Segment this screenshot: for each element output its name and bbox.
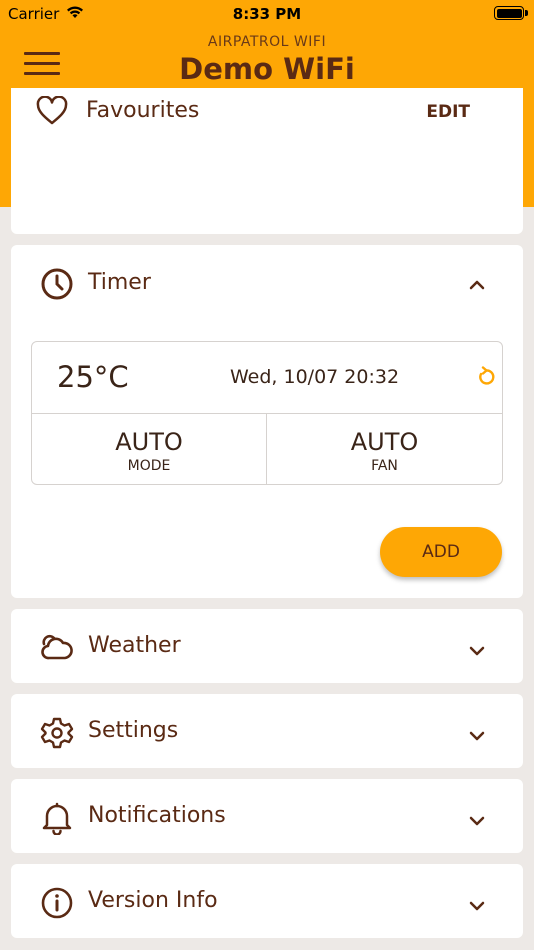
timer-entry[interactable]: 25°C Wed, 10/07 20:32 AUTO MODE AUTO FAN	[31, 341, 503, 485]
timer-fan-value: AUTO	[350, 428, 419, 456]
section-weather[interactable]: Weather	[11, 609, 523, 683]
timer-mode-label: MODE	[127, 458, 171, 474]
favourites-label: Favourites	[86, 98, 200, 123]
chevron-up-icon[interactable]	[468, 276, 486, 290]
section-notifications[interactable]: Notifications	[11, 779, 523, 853]
chevron-down-icon[interactable]	[468, 642, 486, 656]
chevron-down-icon[interactable]	[468, 812, 486, 826]
bell-icon	[40, 801, 74, 839]
edit-favourites-button[interactable]: EDIT	[426, 102, 470, 122]
chevron-down-icon[interactable]	[468, 897, 486, 911]
info-icon	[40, 886, 74, 924]
timer-temperature: 25°C	[57, 360, 129, 394]
heart-icon	[35, 95, 69, 130]
clock: 8:33 PM	[232, 5, 302, 23]
section-version-info[interactable]: Version Info	[11, 864, 523, 938]
add-timer-button[interactable]: ADD	[380, 527, 502, 577]
gear-icon	[40, 716, 74, 754]
timer-card: Timer 25°C Wed, 10/07 20:32 AUTO MODE AU…	[11, 245, 523, 598]
section-label: Settings	[88, 718, 179, 743]
timer-mode: AUTO MODE	[32, 414, 267, 484]
app-subtitle: AIRPATROL WIFI	[207, 34, 327, 50]
section-label: Notifications	[88, 803, 226, 828]
favourites-card: Favourites EDIT	[11, 88, 523, 234]
timer-datetime: Wed, 10/07 20:32	[230, 366, 400, 388]
section-settings[interactable]: Settings	[11, 694, 523, 768]
chevron-down-icon[interactable]	[468, 727, 486, 741]
status-bar: Carrier 8:33 PM	[0, 0, 534, 28]
timer-title: Timer	[88, 270, 151, 295]
clock-icon	[40, 267, 74, 305]
timer-fan: AUTO FAN	[267, 414, 502, 484]
section-label: Weather	[88, 633, 181, 658]
section-label: Version Info	[88, 888, 218, 913]
battery-icon	[494, 6, 528, 20]
page-title: Demo WiFi	[179, 52, 355, 86]
timer-mode-value: AUTO	[115, 428, 183, 456]
reset-icon[interactable]	[475, 366, 497, 392]
cloud-icon	[40, 631, 74, 669]
timer-fan-label: FAN	[371, 458, 398, 474]
timer-entry-header: 25°C Wed, 10/07 20:32	[32, 342, 502, 414]
